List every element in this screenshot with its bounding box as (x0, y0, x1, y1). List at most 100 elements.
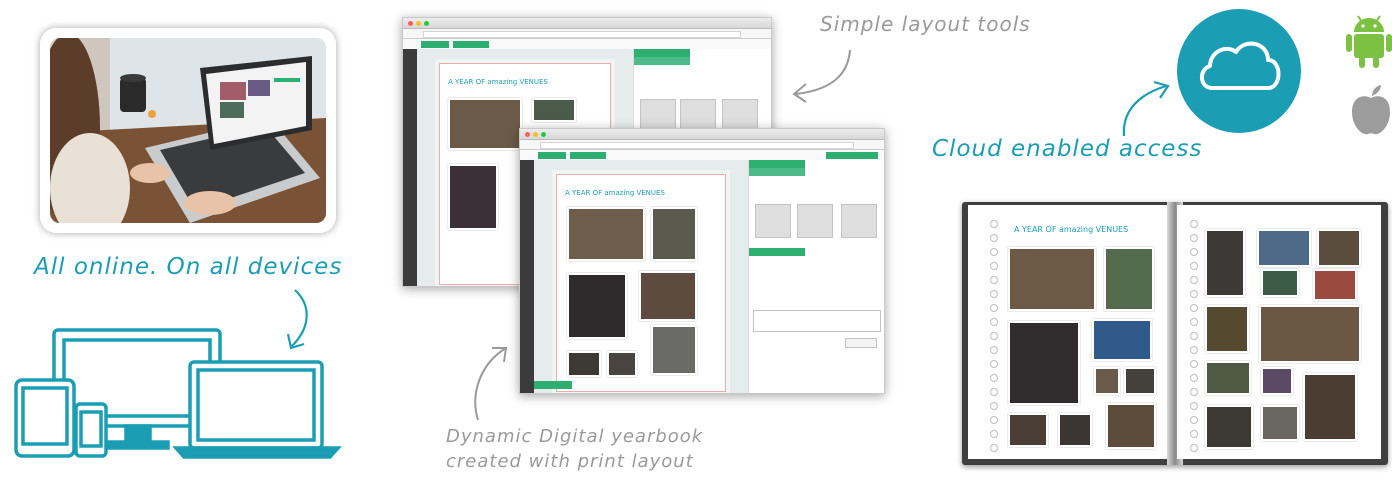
android-icon (1346, 15, 1392, 68)
yearbook-book: A YEAR OF amazing VENUES (962, 202, 1388, 465)
description-field[interactable] (753, 310, 881, 332)
spiral-ring-right (1190, 318, 1198, 326)
book-photo (1058, 413, 1092, 447)
properties-panel (748, 160, 884, 393)
tool-sidebar (403, 49, 417, 286)
book-photo (1313, 269, 1357, 301)
book-photo (1317, 229, 1361, 267)
yearbook-page: A YEAR OF amazing VENUES (556, 174, 726, 392)
spiral-ring-right (1190, 374, 1198, 382)
spiral-ring-right (1190, 402, 1198, 410)
layout-thumb[interactable] (680, 99, 716, 131)
spiral-ring-right (1190, 444, 1198, 452)
arrow-icon (474, 347, 508, 421)
spiral-ring-left (990, 388, 998, 396)
layout-thumb[interactable] (841, 204, 877, 238)
spiral-ring-left (990, 248, 998, 256)
book-photo (1261, 269, 1299, 297)
spiral-ring-left (990, 276, 998, 284)
book-photo (1257, 229, 1311, 267)
spiral-ring-right (1190, 346, 1198, 354)
toolbar-button[interactable] (538, 152, 566, 159)
photo-placeholder[interactable] (448, 98, 522, 150)
spiral-ring-left (990, 234, 998, 242)
photo-placeholder[interactable] (567, 273, 627, 339)
spiral-ring-right (1190, 430, 1198, 438)
photo-placeholder[interactable] (567, 351, 601, 377)
photo-laptop-icon (50, 38, 326, 223)
devices-icon (14, 328, 342, 459)
book-photo (1008, 413, 1048, 447)
caption-dynamic-line2: created with print layout (446, 451, 694, 472)
book-photo (1124, 367, 1156, 395)
book-photo (1092, 319, 1152, 361)
page-title: A YEAR OF amazing VENUES (448, 78, 548, 86)
url-field[interactable] (540, 142, 854, 149)
photo-placeholder[interactable] (607, 351, 637, 377)
layout-thumb[interactable] (755, 204, 791, 238)
toolbar-button[interactable] (570, 152, 606, 159)
spiral-ring-right (1190, 276, 1198, 284)
book-photo (1205, 405, 1253, 449)
url-field[interactable] (423, 31, 741, 38)
caption-simple-layout: Simple layout tools (820, 12, 1031, 36)
status-chip (534, 381, 572, 389)
book-photo (1205, 361, 1251, 395)
spiral-ring-left (990, 416, 998, 424)
spiral-ring-left (990, 220, 998, 228)
book-page-title: A YEAR OF amazing VENUES (1014, 225, 1129, 234)
publish-button[interactable] (826, 152, 878, 159)
spiral-ring-right (1190, 248, 1198, 256)
page-title: A YEAR OF amazing VENUES (565, 189, 665, 197)
layout-thumb[interactable] (640, 99, 676, 131)
photo-placeholder[interactable] (532, 98, 576, 122)
photo-placeholder[interactable] (448, 164, 498, 230)
spiral-ring-right (1190, 360, 1198, 368)
toolbar-button[interactable] (453, 41, 489, 48)
photo-placeholder[interactable] (639, 271, 697, 321)
layout-thumb[interactable] (797, 204, 833, 238)
spiral-ring-left (990, 290, 998, 298)
spiral-ring-right (1190, 304, 1198, 312)
spiral-ring-left (990, 374, 998, 382)
book-photo (1303, 373, 1357, 441)
book-photo (1205, 229, 1245, 297)
photo-placeholder[interactable] (651, 325, 697, 375)
apple-icon (1352, 85, 1390, 135)
photo-placeholder[interactable] (651, 207, 697, 261)
spiral-ring-right (1190, 220, 1198, 228)
caption-cloud-access: Cloud enabled access (932, 136, 1203, 162)
layout-thumb[interactable] (722, 99, 758, 131)
book-photo (1094, 367, 1120, 395)
caption-dynamic-line1: Dynamic Digital yearbook (446, 426, 704, 447)
laptop-photo-card (40, 28, 336, 233)
save-button[interactable] (845, 338, 877, 348)
book-photo (1261, 405, 1299, 441)
cloud-icon (1177, 9, 1301, 133)
spiral-ring-left (990, 430, 998, 438)
spiral-ring-right (1190, 388, 1198, 396)
book-page-left: A YEAR OF amazing VENUES (968, 205, 1173, 459)
tool-sidebar (520, 160, 534, 393)
spiral-ring-left (990, 304, 998, 312)
photo-placeholder[interactable] (567, 207, 645, 261)
spiral-ring-left (990, 402, 998, 410)
arrow-icon (1122, 80, 1170, 137)
spiral-ring-right (1190, 234, 1198, 242)
laptop-photo (50, 38, 326, 223)
caption-all-online: All online. On all devices (34, 254, 343, 280)
arrow-icon (792, 49, 851, 103)
book-photo (1259, 305, 1361, 363)
book-photo (1008, 247, 1096, 311)
book-photo (1106, 403, 1156, 449)
toolbar-button[interactable] (421, 41, 449, 48)
editor-window-front: A YEAR OF amazing VENUES (519, 128, 885, 394)
spiral-ring-right (1190, 262, 1198, 270)
spiral-ring-left (990, 332, 998, 340)
spiral-ring-right (1190, 332, 1198, 340)
spiral-ring-right (1190, 416, 1198, 424)
spiral-ring-left (990, 318, 998, 326)
book-photo (1205, 305, 1249, 353)
book-photo (1104, 247, 1154, 311)
book-page-right (1177, 205, 1381, 459)
